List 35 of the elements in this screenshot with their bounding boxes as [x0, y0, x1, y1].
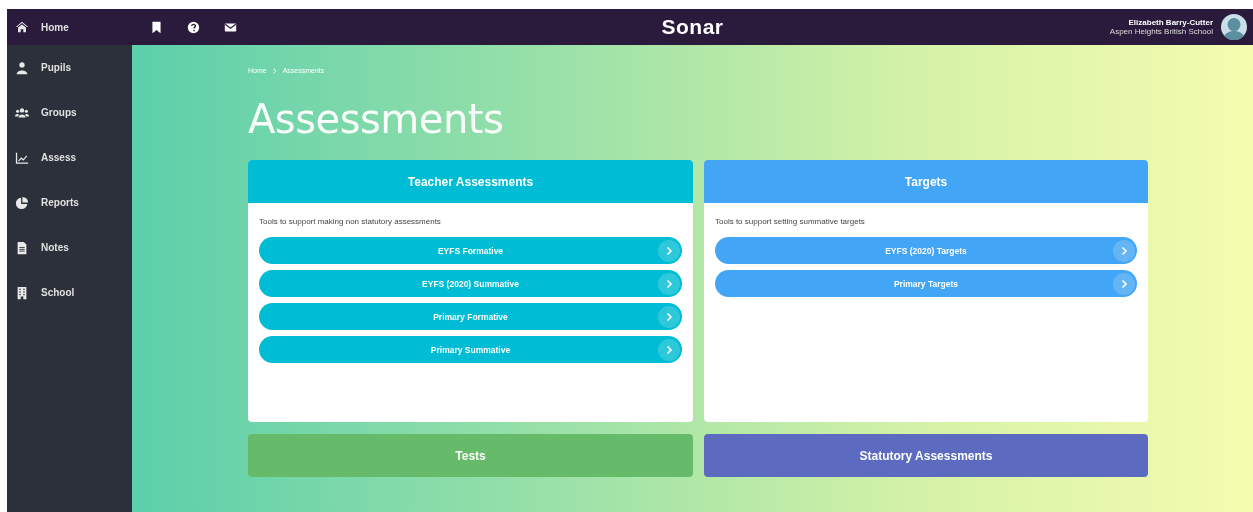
chevron-icon [658, 272, 680, 295]
pie-icon [15, 195, 29, 210]
card-title: Teacher Assessments [407, 174, 534, 189]
card-title: Tests [455, 448, 486, 463]
bookmark-icon[interactable] [150, 20, 163, 34]
card-title: Statutory Assessments [859, 448, 993, 463]
page-title: Assessments [248, 96, 505, 142]
chevron-icon [658, 338, 680, 361]
logo[interactable]: Sonar [661, 15, 724, 39]
chart-icon [15, 150, 29, 165]
chevron-icon [271, 67, 278, 74]
chevron-icon [658, 305, 680, 328]
help-icon[interactable] [187, 20, 200, 34]
chevron-icon [658, 239, 680, 262]
person-icon [15, 60, 29, 75]
doc-icon [15, 240, 29, 255]
sidebar-item[interactable]: School [7, 270, 132, 315]
card-description: Tools to support setting summative targets [715, 217, 866, 226]
sidebar-item[interactable]: Reports [7, 180, 132, 225]
sidebar-item[interactable]: Pupils [7, 45, 132, 90]
sidebar-item[interactable]: Home [7, 9, 132, 45]
chevron-icon [1113, 239, 1135, 262]
avatar-icon[interactable] [1221, 14, 1247, 40]
mail-icon[interactable] [224, 20, 237, 34]
sidebar-item[interactable]: Notes [7, 225, 132, 270]
card-description: Tools to support making non statutory assessments [259, 217, 442, 226]
building-icon [15, 285, 29, 300]
home-icon [15, 20, 29, 34]
sidebar-item[interactable]: Groups [7, 90, 132, 135]
school-name: Aspen Heights British School [1109, 27, 1213, 36]
card-title: Targets [904, 174, 948, 189]
sidebar-item[interactable]: Assess [7, 135, 132, 180]
group-icon [15, 105, 29, 120]
chevron-icon [1113, 272, 1135, 295]
user-name: Elizabeth Barry-Cutter [1127, 18, 1213, 27]
